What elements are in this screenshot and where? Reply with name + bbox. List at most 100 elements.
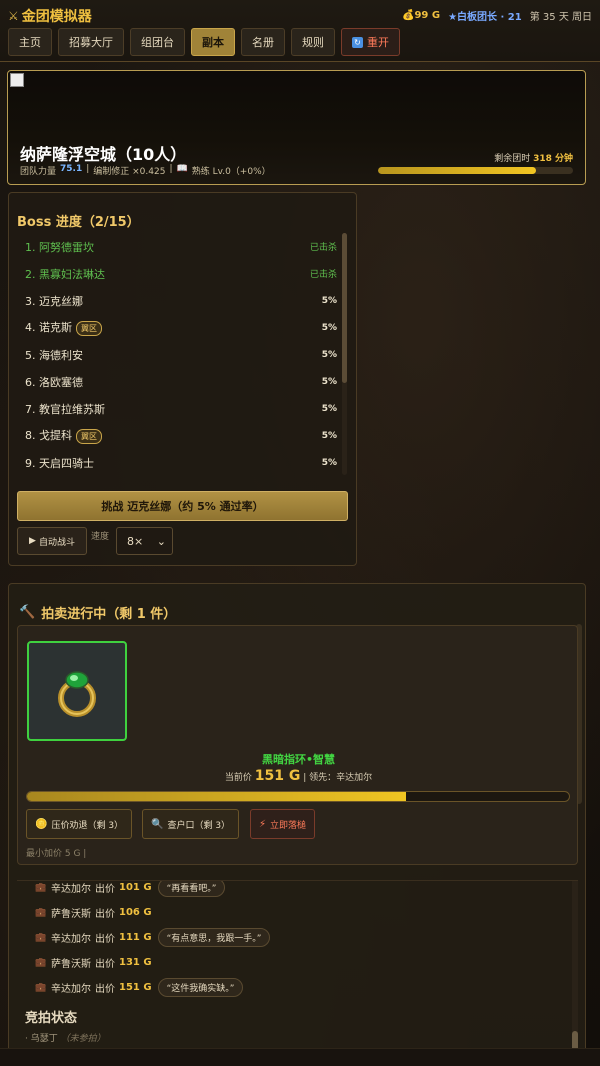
boss-name: 9. 天启四骑士 <box>25 456 94 470</box>
hammer-icon: 🔨 <box>19 605 36 620</box>
boss-name: 7. 教官拉维苏斯 <box>25 402 105 416</box>
boss-row[interactable]: 9. 天启四骑士 5% <box>17 449 337 476</box>
money-bag-icon: 💰 <box>402 10 415 21</box>
bid-price: 106 G <box>119 907 152 918</box>
power-label: 团队力量 <box>20 167 57 177</box>
item-slot[interactable] <box>27 641 127 741</box>
brand: ⚔ 金团模拟器 <box>8 6 92 26</box>
ring-icon <box>58 671 96 717</box>
boss-status: 5% <box>321 322 337 333</box>
auction-title: 🔨 拍卖进行中（剩 1 件） <box>19 603 176 622</box>
bid-log-entry: 💼 萨鲁沃斯 出价 106 G <box>17 900 578 925</box>
briefcase-icon: 💼 <box>35 932 47 943</box>
raid-banner: 纳萨隆浮空城（10人） 团队力量 75.1 | 编制修正 ×0.425 | 📖 … <box>7 70 586 185</box>
press-down-label: 压价劝退（剩 3） <box>51 820 124 831</box>
nav-team-desk[interactable]: 组团台 <box>130 28 185 56</box>
boss-name-cell: 8. 戈提科 翼区 <box>25 427 102 444</box>
chevron-down-icon: ⌄ <box>156 534 166 548</box>
boss-name-cell: 1. 阿努德雷坎 <box>25 239 94 255</box>
bidder-name: 辛达加尔 <box>51 934 91 945</box>
bidder-name: 萨鲁沃斯 <box>51 909 91 920</box>
boss-row[interactable]: 2. 黑寡妇法琳达 已击杀 <box>17 260 337 287</box>
broken-image-icon <box>10 73 24 87</box>
press-down-button[interactable]: 🪙 压价劝退（剩 3） <box>26 809 133 839</box>
bid-log-entry: 💼 辛达加尔 出价 111 G “有点意思，我跟一手。” <box>17 925 578 950</box>
boss-status: 已击杀 <box>309 270 337 280</box>
boss-list: 1. 阿努德雷坎 已击杀 2. 黑寡妇法琳达 已击杀 3. 迈克丝娜 5% 4. 诺克斯 翼区… <box>17 233 337 476</box>
bid-log: 💼 辛达加尔 出价 101 G “再看看吧。” 💼 萨鲁沃斯 出价 106 G 💼 辛达加尔 出价 11… <box>17 880 578 1056</box>
hammer-drop-button[interactable]: ⚡ 立即落槌 <box>250 809 316 839</box>
bid-action: 出价 <box>95 884 115 895</box>
reset-button[interactable]: ↻ 重开 <box>341 28 400 56</box>
bid-log-entry: 💼 辛达加尔 出价 101 G “再看看吧。” <box>17 881 578 900</box>
scroll-thumb[interactable] <box>342 233 347 383</box>
bidder-name: 辛达加尔 <box>51 984 91 995</box>
bid-progress-fill <box>27 792 407 801</box>
boss-row[interactable]: 8. 戈提科 翼区 5% <box>17 422 337 449</box>
current-price: 151 G <box>254 768 301 784</box>
nav-roster[interactable]: 名册 <box>241 28 285 56</box>
nav-rules[interactable]: 规则 <box>291 28 335 56</box>
top-header: ⚔ 金团模拟器 💰99 G ★白板团长 · 21 第 35 天 周日 主页 招募… <box>0 0 600 62</box>
bottom-bar <box>0 1048 600 1066</box>
power-value: 75.1 <box>60 164 83 174</box>
time-label: 剩余团时 <box>494 154 531 164</box>
auction-panel: 🔨 拍卖进行中（剩 1 件） 黑暗指环•智慧 当前价 151 G | 领先：辛达… <box>8 583 586 1060</box>
min-increment: 最小加价 5 G | <box>26 849 87 859</box>
nav-recruit-hall[interactable]: 招募大厅 <box>58 28 124 56</box>
briefcase-icon: 💼 <box>35 907 47 918</box>
divider: | <box>303 773 307 783</box>
bidder-note: （未参拍） <box>60 1034 106 1044</box>
boss-row[interactable]: 4. 诺克斯 翼区 5% <box>17 314 337 341</box>
bid-price: 101 G <box>119 882 152 893</box>
boss-list-scrollbar[interactable] <box>342 233 347 475</box>
briefcase-icon: 💼 <box>35 882 47 893</box>
boss-row[interactable]: 1. 阿努德雷坎 已击杀 <box>17 233 337 260</box>
speed-label: 速度 <box>91 532 110 542</box>
bid-log-scrollbar[interactable] <box>572 881 578 1056</box>
boss-status: 5% <box>321 457 337 468</box>
boss-name: 6. 洛欧塞德 <box>25 375 83 389</box>
wing-tag: 翼区 <box>76 429 102 444</box>
bid-log-entry: 💼 辛达加尔 出价 151 G “这件我确实缺。” <box>17 975 578 1000</box>
time-value: 318 分钟 <box>533 154 573 164</box>
boss-row[interactable]: 5. 海德利安 5% <box>17 341 337 368</box>
raid-title: 纳萨隆浮空城（10人） <box>20 145 187 164</box>
challenge-button[interactable]: 挑战 迈克丝娜（约 5% 通过率） <box>17 491 348 521</box>
modifier-text: 编制修正 ×0.425 <box>93 167 166 177</box>
bid-line: 当前价 151 G | 领先：辛达加尔 <box>18 768 579 784</box>
bid-quote-bubble: “有点意思，我跟一手。” <box>157 928 271 947</box>
nav-home[interactable]: 主页 <box>8 28 52 56</box>
nav-dungeon[interactable]: 副本 <box>191 28 235 56</box>
boss-status: 5% <box>321 295 337 306</box>
boss-row[interactable]: 7. 教官拉维苏斯 5% <box>17 395 337 422</box>
boss-name: 4. 诺克斯 <box>25 321 72 334</box>
time-progress-bar <box>378 167 573 174</box>
reset-label: 重开 <box>367 36 389 49</box>
current-price-label: 当前价 <box>224 773 252 783</box>
raid-meta: 团队力量 75.1 | 编制修正 ×0.425 | 📖 熟练 Lv.0（+0%） <box>20 164 271 177</box>
proficiency-text: 熟练 Lv.0（+0%） <box>191 167 271 177</box>
check-account-button[interactable]: 🔍 查户口（剩 3） <box>142 809 240 839</box>
speed-value: 8× <box>127 534 144 548</box>
boss-row[interactable]: 6. 洛欧塞德 5% <box>17 368 337 395</box>
boss-name: 3. 迈克丝娜 <box>25 294 83 308</box>
boss-status: 5% <box>321 349 337 360</box>
divider: | <box>169 164 173 174</box>
bid-log-entry: 💼 萨鲁沃斯 出价 131 G <box>17 950 578 975</box>
bidder-name: · 乌瑟丁 <box>25 1034 58 1044</box>
boss-name-cell: 6. 洛欧塞德 <box>25 374 83 390</box>
book-icon: 📖 <box>176 164 188 174</box>
boss-name-cell: 4. 诺克斯 翼区 <box>25 319 102 336</box>
time-progress-fill <box>378 167 536 174</box>
boss-name-cell: 7. 教官拉维苏斯 <box>25 401 105 417</box>
boss-panel: Boss 进度（2/15） 1. 阿努德雷坎 已击杀 2. 黑寡妇法琳达 已击杀 3. … <box>8 192 357 566</box>
auto-battle-button[interactable]: ▶ 自动战斗 <box>17 527 87 555</box>
briefcase-icon: 💼 <box>35 957 47 968</box>
boss-name: 8. 戈提科 <box>25 429 72 442</box>
boss-row[interactable]: 3. 迈克丝娜 5% <box>17 287 337 314</box>
boss-name: 1. 阿努德雷坎 <box>25 240 94 254</box>
speed-select[interactable]: 8× ⌄ <box>116 527 173 555</box>
briefcase-icon: 💼 <box>35 982 47 993</box>
brand-title: 金团模拟器 <box>21 9 92 25</box>
